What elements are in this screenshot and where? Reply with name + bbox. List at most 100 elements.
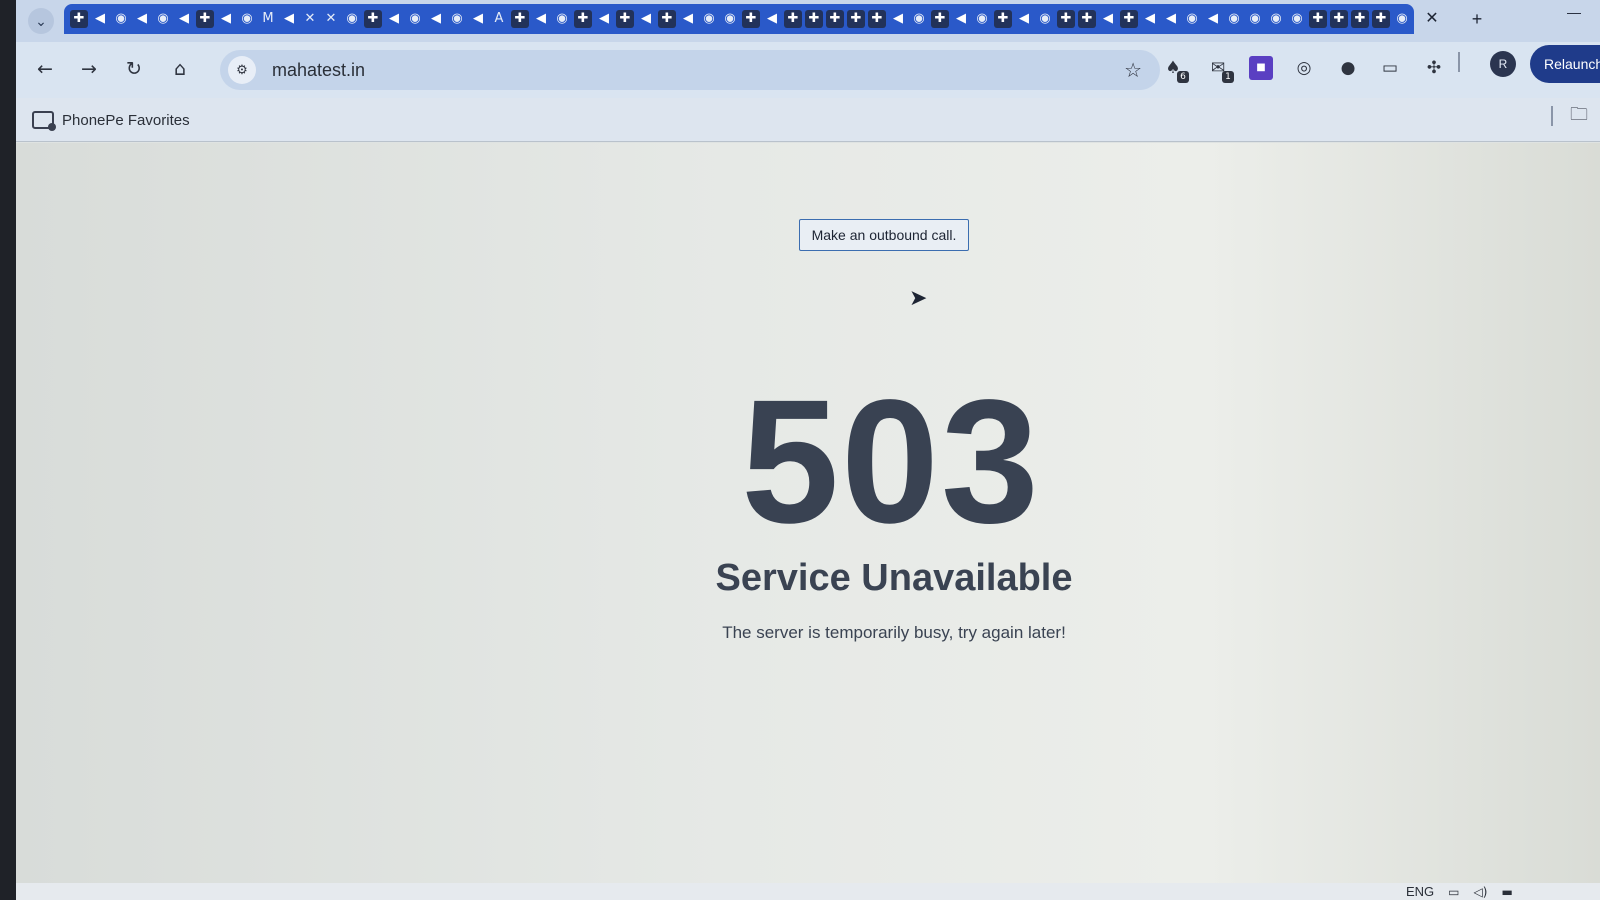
language-indicator[interactable]: ENG	[1406, 884, 1434, 899]
tab-favicon-icon[interactable]: ◀	[532, 10, 550, 28]
tab-favicon-icon[interactable]: ✚	[805, 10, 823, 28]
relaunch-button[interactable]: Relaunch	[1530, 45, 1600, 83]
tab-favicon-icon[interactable]: ◉	[238, 10, 256, 28]
extension-badge: 6	[1177, 71, 1189, 83]
tab-favicon-icon[interactable]: ◀	[1141, 10, 1159, 28]
tab-favicon-icon[interactable]: ◉	[1267, 10, 1285, 28]
extensions-menu-icon[interactable]: ✣	[1422, 56, 1446, 80]
tab-favicon-icon[interactable]: ✚	[1330, 10, 1348, 28]
tab-favicon-icon[interactable]: ✚	[1351, 10, 1369, 28]
bookmark-star-icon[interactable]: ☆	[1124, 58, 1142, 82]
tab-favicon-icon[interactable]: ✚	[616, 10, 634, 28]
tab-favicon-icon[interactable]: ◉	[553, 10, 571, 28]
tab-favicon-icon[interactable]: ◉	[1393, 10, 1411, 28]
tab-favicon-icon[interactable]: ◀	[217, 10, 235, 28]
battery-icon[interactable]: ▬	[1501, 885, 1512, 899]
close-tab-button[interactable]: ✕	[1421, 8, 1443, 30]
tab-favicon-icon[interactable]: ◀	[385, 10, 403, 28]
chevron-down-icon[interactable]: ⌄	[28, 8, 54, 34]
network-icon[interactable]: ▭	[1448, 885, 1459, 899]
tab-favicon-icon[interactable]: ✚	[511, 10, 529, 28]
tab-favicon-icon[interactable]: ◀	[1204, 10, 1222, 28]
tab-favicon-icon[interactable]: ◉	[1036, 10, 1054, 28]
bookmark-phonepe-favorites[interactable]: PhonePe Favorites	[32, 108, 190, 132]
extension-5-icon[interactable]: ●	[1336, 56, 1360, 80]
home-button[interactable]: ⌂	[167, 56, 193, 82]
tab-favicon-icon[interactable]: ◉	[700, 10, 718, 28]
tab-favicon-icon[interactable]: ◀	[1099, 10, 1117, 28]
tab-favicon-icon[interactable]: ◉	[154, 10, 172, 28]
url-text[interactable]: mahatest.in	[272, 60, 365, 81]
outbound-call-button[interactable]: Make an outbound call.	[799, 219, 969, 251]
tab-strip: ⌄ ✚ ◀ ◉ ◀ ◉ ◀ ✚ ◀ ◉ M ◀ ✕ ✕ ◉ ✚ ◀ ◉ ◀ ◉ ◀ A ✚ ◀ ◉ ✚ ◀ ✚ ◀ ✚ ◀ ◉ ◉ ✚ ◀ ✚ ✚ ✚ ✚…	[16, 0, 1600, 42]
tab-favicon-icon[interactable]: ✚	[994, 10, 1012, 28]
tab-favicon-icon[interactable]: ◉	[343, 10, 361, 28]
tab-favicon-icon[interactable]: ✚	[931, 10, 949, 28]
tab-favicon-icon[interactable]: ◉	[910, 10, 928, 28]
tab-favicon-icon[interactable]: ✚	[1120, 10, 1138, 28]
tab-favicon-icon[interactable]: ✚	[364, 10, 382, 28]
tab-favicon-icon[interactable]: ◀	[133, 10, 151, 28]
tab-favicon-icon[interactable]: ◉	[1246, 10, 1264, 28]
tab-favicon-icon[interactable]: ✕	[301, 10, 319, 28]
address-bar[interactable]: ⚙ mahatest.in ☆	[220, 50, 1160, 90]
reload-button[interactable]: ↻	[121, 56, 147, 82]
browser-toolbar: ← → ↻ ⌂ ⚙ mahatest.in ☆ ♠ 6 ✉ 1 ■ ◎ ● ▭ ✣	[16, 42, 1600, 98]
tab-favicon-icon[interactable]: ✚	[826, 10, 844, 28]
all-bookmarks-folder-icon[interactable]: 🗀	[1570, 102, 1588, 132]
tab-favicon-icon[interactable]: ◉	[1288, 10, 1306, 28]
tab-favicon-icon[interactable]: ✚	[784, 10, 802, 28]
tab-favicon-icon[interactable]: ◀	[952, 10, 970, 28]
tab-favicon-icon[interactable]: ✚	[1078, 10, 1096, 28]
tab-favicon-icon[interactable]: ◀	[427, 10, 445, 28]
tab-favicon-icon[interactable]: ✕	[322, 10, 340, 28]
back-button[interactable]: ←	[32, 56, 58, 82]
tab-favicon-icon[interactable]: ✚	[658, 10, 676, 28]
tab-favicon-icon[interactable]: ◉	[1225, 10, 1243, 28]
tab-favicon-icon[interactable]: ✚	[196, 10, 214, 28]
extension-3-icon[interactable]: ■	[1249, 56, 1273, 80]
extension-6-icon[interactable]: ▭	[1378, 56, 1402, 80]
tab-favicon-icon[interactable]: ◉	[1183, 10, 1201, 28]
tab-favicon-icon[interactable]: ◀	[595, 10, 613, 28]
extension-4-icon[interactable]: ◎	[1292, 56, 1316, 80]
tab-favicon-icon[interactable]: A	[490, 10, 508, 28]
tabs-row: ✚ ◀ ◉ ◀ ◉ ◀ ✚ ◀ ◉ M ◀ ✕ ✕ ◉ ✚ ◀ ◉ ◀ ◉ ◀ A ✚ ◀ ◉ ✚ ◀ ✚ ◀ ✚ ◀ ◉ ◉ ✚ ◀ ✚ ✚ ✚ ✚ ✚ ◀…	[64, 4, 1414, 34]
tab-favicon-icon[interactable]: ✚	[1057, 10, 1075, 28]
tab-favicon-icon[interactable]: ✚	[742, 10, 760, 28]
error-code: 503	[741, 364, 1041, 560]
tab-favicon-icon[interactable]: ◉	[973, 10, 991, 28]
profile-avatar[interactable]: R	[1490, 51, 1516, 77]
minimize-button[interactable]: —	[1562, 4, 1586, 20]
tab-favicon-icon[interactable]: ◀	[1162, 10, 1180, 28]
tab-favicon-icon[interactable]: ◀	[1015, 10, 1033, 28]
tab-favicon-icon[interactable]: ✚	[847, 10, 865, 28]
tab-favicon-icon[interactable]: ◀	[763, 10, 781, 28]
tab-favicon-icon[interactable]: ◀	[637, 10, 655, 28]
extension-2-icon[interactable]: ✉ 1	[1206, 56, 1234, 83]
bookmarks-divider	[1551, 106, 1553, 126]
extension-1-icon[interactable]: ♠ 6	[1161, 56, 1189, 83]
tab-favicon-icon[interactable]: M	[259, 10, 277, 28]
tab-favicon-icon[interactable]: ◀	[469, 10, 487, 28]
volume-icon[interactable]: ◁)	[1474, 885, 1488, 899]
bookmark-label: PhonePe Favorites	[62, 111, 190, 129]
tab-favicon-icon[interactable]: ✚	[70, 10, 88, 28]
tab-favicon-icon[interactable]: ◉	[721, 10, 739, 28]
tab-favicon-icon[interactable]: ✚	[1372, 10, 1390, 28]
tab-favicon-icon[interactable]: ◀	[889, 10, 907, 28]
tab-favicon-icon[interactable]: ◉	[448, 10, 466, 28]
site-info-icon[interactable]: ⚙	[228, 56, 256, 84]
taskbar: ENG ▭ ◁) ▬	[16, 883, 1600, 900]
tab-favicon-icon[interactable]: ✚	[574, 10, 592, 28]
tab-favicon-icon[interactable]: ✚	[1309, 10, 1327, 28]
tab-favicon-icon[interactable]: ◉	[406, 10, 424, 28]
tab-favicon-icon[interactable]: ◀	[91, 10, 109, 28]
tab-favicon-icon[interactable]: ◀	[679, 10, 697, 28]
tab-favicon-icon[interactable]: ✚	[868, 10, 886, 28]
new-tab-button[interactable]: +	[1466, 8, 1488, 30]
tab-favicon-icon[interactable]: ◀	[280, 10, 298, 28]
forward-button[interactable]: →	[76, 56, 102, 82]
tab-favicon-icon[interactable]: ◉	[112, 10, 130, 28]
tab-favicon-icon[interactable]: ◀	[175, 10, 193, 28]
